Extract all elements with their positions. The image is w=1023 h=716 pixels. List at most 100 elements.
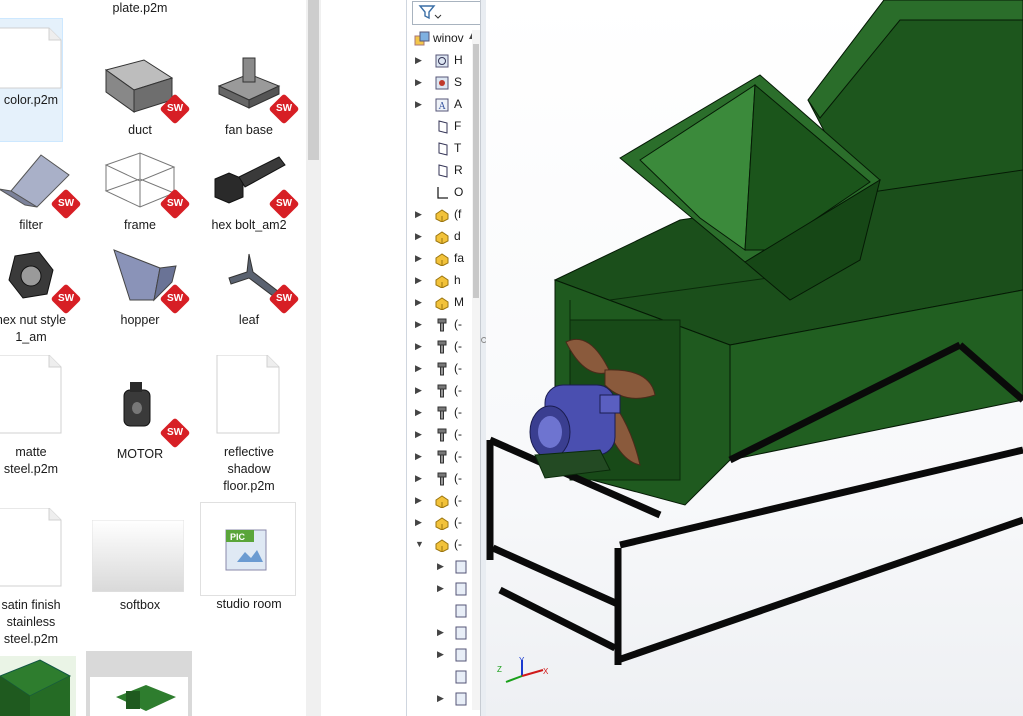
svg-text:Y: Y [519, 656, 525, 665]
tree-node[interactable]: ▶ (- [407, 357, 473, 379]
file-item[interactable]: SW filter [0, 151, 85, 246]
tree-expand-icon[interactable]: ▶ [415, 335, 425, 357]
file-item[interactable]: SW hex nut style 1_am [0, 246, 85, 344]
tree-expand-icon[interactable]: ▼ [415, 533, 425, 555]
tree-expand-icon[interactable]: ▶ [415, 467, 425, 489]
winnower-model[interactable]: Y X Z [486, 0, 1023, 716]
tree-node[interactable]: ▶ (- [407, 335, 473, 357]
file-item[interactable]: matte steel.p2m [0, 354, 85, 476]
tree-child-node[interactable]: ▶ [407, 577, 473, 599]
tree-expand-icon[interactable]: ▶ [437, 687, 447, 709]
bolt-icon [435, 471, 449, 486]
tree-node-label: M [454, 295, 464, 309]
tree-node-label: (- [454, 361, 462, 375]
tree-child-node[interactable]: ▶ [407, 621, 473, 643]
bolt-icon [435, 339, 449, 354]
tree-node[interactable]: ▶ H [407, 49, 473, 71]
file-label: satin finish stainless steel.p2m [1, 598, 61, 646]
file-item[interactable]: plate.p2m [86, 0, 194, 29]
tree-node[interactable]: ▶ (- [407, 467, 473, 489]
tree-child-node[interactable] [407, 665, 473, 687]
tree-node[interactable]: ▶ (- [407, 401, 473, 423]
tree-root-assembly[interactable]: winov [407, 27, 473, 49]
tree-child-node[interactable] [407, 599, 473, 621]
file-item[interactable]: SW frame [86, 151, 194, 246]
tree-expand-icon[interactable]: ▶ [415, 511, 425, 533]
file-item[interactable]: color.p2m [0, 18, 85, 142]
file-item[interactable]: SW leaf [195, 246, 303, 341]
file-item[interactable]: PIC studio room [195, 502, 303, 611]
document-icon [209, 354, 289, 434]
assembly-icon [414, 31, 430, 46]
tree-node-label: (f [454, 207, 462, 221]
assembly-thumbnail[interactable] [86, 651, 192, 716]
tree-expand-icon[interactable]: ▶ [437, 577, 447, 599]
tree-node-label: (- [454, 493, 462, 507]
document-icon [0, 26, 71, 90]
tree-node[interactable]: ▶ fa [407, 247, 473, 269]
tree-node[interactable]: ▶ A A [407, 93, 473, 115]
tree-scrollbar-thumb[interactable] [473, 44, 479, 298]
tree-filter-button[interactable] [412, 1, 484, 25]
file-item[interactable]: SW hex bolt_am2 [195, 151, 303, 246]
tree-node[interactable]: ▶ h [407, 269, 473, 291]
tree-expand-icon[interactable]: ▶ [437, 555, 447, 577]
tree-child-node[interactable]: ▶ [407, 643, 473, 665]
bolt-icon [435, 405, 449, 420]
tree-expand-icon[interactable]: ▶ [437, 621, 447, 643]
tree-node[interactable]: ▶ (- [407, 423, 473, 445]
file-item[interactable]: SW fan base [195, 56, 303, 151]
tree-node-label: (- [454, 405, 462, 419]
tree-expand-icon[interactable]: ▶ [415, 71, 425, 93]
tree-node[interactable]: R [407, 159, 473, 181]
tree-expand-icon[interactable]: ▶ [415, 225, 425, 247]
document-icon [0, 507, 71, 587]
tree-expand-icon[interactable]: ▶ [415, 291, 425, 313]
tree-expand-icon[interactable]: ▶ [415, 357, 425, 379]
tree-expand-icon[interactable]: ▶ [415, 445, 425, 467]
file-label: softbox [119, 598, 161, 612]
tree-node[interactable]: ▶ M [407, 291, 473, 313]
tree-node-label: d [454, 229, 461, 243]
tree-child-node[interactable]: ▶ [407, 555, 473, 577]
file-item[interactable]: SW MOTOR [86, 380, 194, 475]
assembly-thumbnail[interactable] [0, 656, 76, 716]
softbox-preview-icon [91, 519, 185, 593]
tree-expand-icon[interactable]: ▶ [415, 269, 425, 291]
tree-node[interactable]: ▶ (- [407, 489, 473, 511]
tree-expand-icon[interactable]: ▶ [415, 247, 425, 269]
tree-node[interactable]: ▶ (- [407, 313, 473, 335]
file-item[interactable]: SW hopper [86, 246, 194, 341]
tree-child-node[interactable]: ▶ [407, 687, 473, 709]
empty-area [321, 0, 406, 716]
file-item[interactable]: SW duct [86, 56, 194, 151]
tree-node[interactable]: ▶ (f [407, 203, 473, 225]
tree-node[interactable]: T [407, 137, 473, 159]
file-item[interactable]: reflective shadow floor.p2m [195, 354, 303, 493]
tree-node[interactable]: ▶ (- [407, 445, 473, 467]
tree-expand-icon[interactable]: ▶ [415, 379, 425, 401]
tree-expand-icon[interactable]: ▶ [415, 423, 425, 445]
tree-expand-icon[interactable]: ▶ [437, 643, 447, 665]
tree-expand-icon[interactable]: ▶ [415, 489, 425, 511]
tree-expand-icon[interactable]: ▶ [415, 401, 425, 423]
browser-scrollbar-thumb[interactable] [308, 0, 319, 160]
tree-node[interactable]: ▶ S [407, 71, 473, 93]
part-icon [435, 251, 449, 267]
tree-expand-icon[interactable]: ▶ [415, 49, 425, 71]
file-item[interactable]: satin finish stainless steel.p2m [0, 507, 85, 646]
tree-expand-icon[interactable]: ▶ [415, 93, 425, 115]
tree-expand-icon[interactable]: ▶ [415, 313, 425, 335]
graphics-viewport[interactable]: Y X Z [486, 0, 1023, 716]
feature-icon [455, 603, 469, 618]
part-icon [435, 295, 449, 311]
tree-node[interactable]: O [407, 181, 473, 203]
tree-node[interactable]: ▶ (- [407, 511, 473, 533]
tree-node[interactable]: ▼ (- [407, 533, 473, 555]
tree-node[interactable]: F [407, 115, 473, 137]
tree-expand-icon[interactable]: ▶ [415, 203, 425, 225]
file-browser: plate.p2m color.p2m SW duct SW fan base … [0, 0, 306, 716]
tree-node[interactable]: ▶ d [407, 225, 473, 247]
file-item[interactable]: softbox [86, 519, 194, 615]
tree-node[interactable]: ▶ (- [407, 379, 473, 401]
